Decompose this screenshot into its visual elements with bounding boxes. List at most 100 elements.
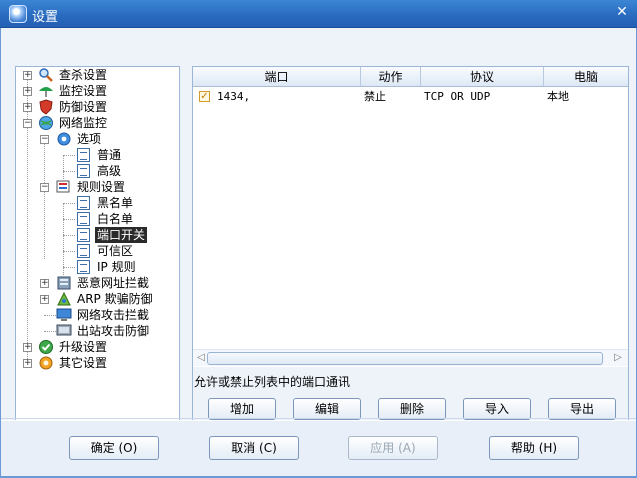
description-text: 允许或禁止列表中的端口通讯: [194, 375, 351, 389]
tree-item-label: 出站攻击防御: [77, 324, 150, 338]
table-row[interactable]: ✓ 1434, 禁止 TCP OR UDP 本地: [193, 88, 628, 105]
cell-port: 1434,: [217, 90, 251, 103]
tree-line: [63, 251, 75, 252]
tree-item-label: 黑名单: [97, 196, 134, 210]
tree-item-label: 防御设置: [59, 100, 108, 114]
app-icon: [9, 5, 27, 23]
tree-item-network-attack-block[interactable]: 网络攻击拦截: [16, 307, 179, 323]
export-button[interactable]: 导出: [548, 398, 616, 420]
tree-item-monitor-settings[interactable]: + 监控设置: [16, 83, 179, 99]
tree-item-malicious-url-block[interactable]: + 恶意网址拦截: [16, 275, 179, 291]
tree-item-general[interactable]: 普通: [16, 147, 179, 163]
cell-computer: 本地: [547, 90, 569, 103]
settings-tree[interactable]: + 查杀设置 + 监控设置 + 防御设置 − 网络监控 − 选项 普通 高级 −…: [15, 66, 180, 434]
tree-item-label: 网络监控: [59, 116, 108, 130]
expand-icon[interactable]: +: [40, 295, 49, 304]
server-icon: [57, 276, 71, 290]
cancel-button[interactable]: 取消 (C): [209, 436, 299, 460]
column-header-protocol[interactable]: 协议: [421, 67, 544, 87]
column-header-port[interactable]: 端口: [193, 67, 361, 87]
tree-item-label: 监控设置: [59, 84, 108, 98]
tree-item-advanced[interactable]: 高级: [16, 163, 179, 179]
tree-line: [44, 315, 56, 316]
expand-icon[interactable]: +: [23, 87, 32, 96]
tree-item-rule-settings[interactable]: − 规则设置: [16, 179, 179, 195]
tree-item-label: 查杀设置: [59, 68, 108, 82]
outbound-icon: [56, 324, 72, 336]
tree-item-scan-settings[interactable]: + 查杀设置: [16, 67, 179, 83]
ok-button[interactable]: 确定 (O): [69, 436, 159, 460]
scroll-thumb[interactable]: [207, 352, 603, 365]
tree-item-upgrade-settings[interactable]: + 升级设置: [16, 339, 179, 355]
window-title: 设置: [32, 10, 59, 25]
dialog-body: + 查杀设置 + 监控设置 + 防御设置 − 网络监控 − 选项 普通 高级 −…: [0, 28, 637, 478]
arp-icon: [57, 291, 71, 306]
column-header-computer[interactable]: 电脑: [544, 67, 628, 87]
expand-icon[interactable]: +: [23, 103, 32, 112]
row-checkbox[interactable]: ✓: [199, 91, 210, 102]
tree-item-blacklist[interactable]: 黑名单: [16, 195, 179, 211]
column-header-action[interactable]: 动作: [361, 67, 421, 87]
tree-line: [63, 235, 75, 236]
tree-line: [63, 155, 75, 156]
tree-item-network-monitor[interactable]: − 网络监控: [16, 115, 179, 131]
collapse-icon[interactable]: −: [40, 183, 49, 192]
tree-item-label: 选项: [77, 132, 102, 146]
footer-divider: [1, 418, 636, 419]
tree-item-other-settings[interactable]: + 其它设置: [16, 355, 179, 371]
tree-line: [63, 203, 75, 204]
tree-item-label: IP 规则: [97, 260, 136, 274]
collapse-icon[interactable]: −: [40, 135, 49, 144]
tree-item-label: 高级: [97, 164, 122, 178]
umbrella-icon: [39, 87, 53, 97]
port-list[interactable]: 端口 动作 协议 电脑 ✓ 1434, 禁止 TCP OR UDP 本地 ◁ ▷: [193, 67, 628, 367]
magnifier-icon: [39, 68, 53, 82]
help-button[interactable]: 帮助 (H): [489, 436, 579, 460]
tree-line: [63, 171, 75, 172]
tree-item-port-switch[interactable]: 端口开关: [16, 227, 179, 243]
document-icon: [77, 228, 90, 242]
globe-icon: [39, 116, 53, 130]
tree-item-label: ARP 欺骗防御: [77, 292, 153, 306]
rules-icon: [56, 180, 70, 193]
edit-button[interactable]: 编辑: [293, 398, 361, 420]
tree-item-options[interactable]: − 选项: [16, 131, 179, 147]
expand-icon[interactable]: +: [23, 343, 32, 352]
tree-item-trusted-zone[interactable]: 可信区: [16, 243, 179, 259]
tree-item-ip-rules[interactable]: IP 规则: [16, 259, 179, 275]
document-icon: [77, 164, 90, 178]
expand-icon[interactable]: +: [23, 359, 32, 368]
delete-button[interactable]: 删除: [378, 398, 446, 420]
tree-line: [63, 219, 75, 220]
check-icon: [39, 340, 53, 354]
tree-item-whitelist[interactable]: 白名单: [16, 211, 179, 227]
collapse-icon[interactable]: −: [23, 119, 32, 128]
tree-item-arp-defense[interactable]: + ARP 欺骗防御: [16, 291, 179, 307]
document-icon: [77, 196, 90, 210]
footer-bar: 确定 (O) 取消 (C) 应用 (A) 帮助 (H): [1, 420, 636, 478]
settings-icon: [39, 356, 53, 370]
tree-item-label: 白名单: [97, 212, 134, 226]
cell-action: 禁止: [364, 90, 386, 103]
apply-button[interactable]: 应用 (A): [348, 436, 438, 460]
tree-line: [63, 267, 75, 268]
expand-icon[interactable]: +: [23, 71, 32, 80]
list-header: 端口 动作 协议 电脑: [193, 67, 628, 87]
tree-item-outbound-attack-defense[interactable]: 出站攻击防御: [16, 323, 179, 339]
expand-icon[interactable]: +: [40, 279, 49, 288]
shield-icon: [39, 99, 53, 115]
close-button[interactable]: ✕: [609, 1, 635, 23]
scroll-left-icon[interactable]: ◁: [194, 351, 208, 365]
document-icon: [77, 244, 90, 258]
add-button[interactable]: 增加: [208, 398, 276, 420]
scroll-right-icon[interactable]: ▷: [611, 351, 625, 365]
tree-line: [44, 331, 56, 332]
cell-protocol: TCP OR UDP: [424, 90, 491, 103]
document-icon: [77, 260, 90, 274]
tree-item-defense-settings[interactable]: + 防御设置: [16, 99, 179, 115]
horizontal-scrollbar[interactable]: ◁ ▷: [193, 349, 628, 366]
gear-icon: [57, 132, 71, 146]
title-bar: 设置 ✕: [0, 0, 637, 28]
import-button[interactable]: 导入: [463, 398, 531, 420]
tree-item-label: 规则设置: [77, 180, 126, 194]
